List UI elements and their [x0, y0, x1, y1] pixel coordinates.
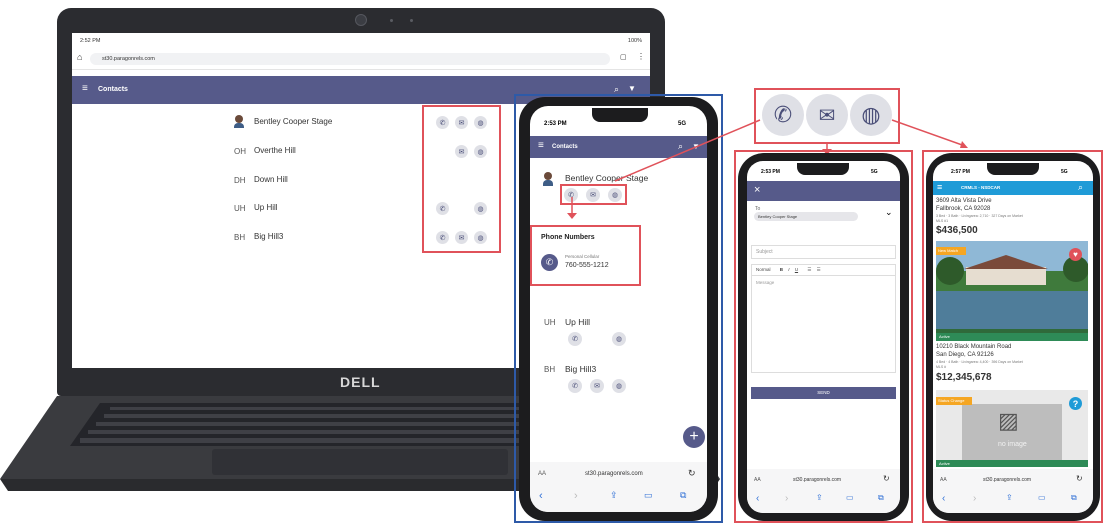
forward-icon[interactable]: › — [785, 493, 788, 504]
listing-mls: MLS #1 — [936, 219, 949, 223]
listing-status: Active — [936, 333, 1088, 341]
bookmarks-icon[interactable]: ▭ — [846, 493, 854, 502]
text-size-button[interactable]: AA — [940, 477, 947, 483]
page-title: CRMLS - NSDCAR — [961, 185, 1001, 190]
chevron-down-icon[interactable]: ⌄ — [885, 207, 893, 218]
listing-address[interactable]: 3609 Alta Vista Drive — [936, 198, 992, 204]
listing-price: $12,345,678 — [936, 372, 992, 383]
listing-mls: MLS # — [936, 365, 947, 369]
listing-badge: New Match — [936, 247, 966, 255]
back-icon[interactable]: ‹ — [756, 493, 759, 504]
listing-details: 3 Bed · 3 Bath · Livingarea: 2,710 · 327… — [936, 214, 1023, 218]
recipient-chip[interactable]: Bentley Cooper Stage — [754, 212, 858, 221]
help-icon[interactable]: ? — [1069, 397, 1082, 410]
reload-icon[interactable]: ↻ — [1076, 474, 1083, 483]
listing-details: 4 Bed · 4 Bath · Livingarea: 4,400 · 396… — [936, 360, 1023, 364]
listing-photo[interactable] — [936, 241, 1088, 341]
message-placeholder: Message — [756, 280, 775, 285]
recipient-name: Bentley Cooper Stage — [758, 214, 798, 219]
safari-toolbar: AA st30.paragonrels.com ↻ ‹ › ⇪ ▭ ⧉ — [933, 469, 1093, 513]
listing-city: Fallbrook, CA 92028 — [936, 206, 991, 212]
listing-badge: Status Change — [936, 397, 972, 405]
back-icon[interactable]: ‹ — [942, 493, 945, 504]
format-select[interactable]: Normal — [756, 267, 771, 272]
safari-toolbar: AA st30.paragonrels.com ↻ ‹ › ⇪ ▭ ⧉ — [747, 469, 900, 513]
signal-text: 5G — [1061, 169, 1068, 175]
image-placeholder-icon: ▨ — [998, 408, 1019, 433]
share-icon[interactable]: ⇪ — [816, 493, 823, 502]
send-label: SEND — [817, 390, 830, 395]
send-button[interactable]: SEND — [751, 387, 896, 399]
hamburger-icon[interactable]: ≡ — [937, 182, 942, 192]
bold-icon[interactable]: B — [780, 267, 783, 272]
phone-notch — [987, 163, 1039, 175]
app-bar: × — [747, 181, 900, 201]
listing-status: Active — [936, 460, 1088, 467]
no-image-text: no image — [998, 441, 1027, 448]
underline-icon[interactable]: U — [795, 267, 798, 272]
signal-text: 5G — [871, 169, 878, 175]
reload-icon[interactable]: ↻ — [883, 474, 890, 483]
app-bar: ≡ CRMLS - NSDCAR ⌕ — [933, 181, 1093, 195]
url-text[interactable]: st30.paragonrels.com — [983, 477, 1031, 483]
close-icon[interactable]: × — [754, 184, 760, 196]
bookmarks-icon[interactable]: ▭ — [1038, 493, 1046, 502]
phone-screen: 2:53 PM 5G × To Bentley Cooper Stage ⌄ S… — [747, 161, 900, 513]
listing-price: $436,500 — [936, 225, 978, 236]
tabs-icon[interactable]: ⧉ — [878, 493, 884, 503]
phone-notch — [797, 163, 849, 175]
ordered-list-icon[interactable]: ☰ — [817, 267, 821, 272]
phone-frame: 2:53 PM 5G × To Bentley Cooper Stage ⌄ S… — [738, 153, 909, 521]
search-icon[interactable]: ⌕ — [1078, 182, 1083, 193]
phone-screen: 2:57 PM 5G ≡ CRMLS - NSDCAR ⌕ 3609 Alta … — [933, 161, 1093, 513]
listing-city: San Diego, CA 92126 — [936, 352, 994, 358]
text-size-button[interactable]: AA — [754, 477, 761, 483]
url-text[interactable]: st30.paragonrels.com — [793, 477, 841, 483]
forward-icon[interactable]: › — [973, 493, 976, 504]
status-time: 2:57 PM — [951, 169, 970, 175]
format-toolbar[interactable]: Normal B I U ☰ ☰ — [751, 264, 896, 276]
tabs-icon[interactable]: ⧉ — [1071, 493, 1077, 503]
subject-field[interactable]: Subject — [751, 245, 896, 259]
italic-icon[interactable]: I — [788, 267, 789, 272]
subject-placeholder: Subject — [756, 249, 773, 255]
status-time: 2:53 PM — [761, 169, 780, 175]
list-icon[interactable]: ☰ — [807, 267, 811, 272]
message-field[interactable]: Message — [751, 276, 896, 373]
listing-address[interactable]: 10210 Black Mountain Road — [936, 344, 1011, 350]
share-icon[interactable]: ⇪ — [1006, 493, 1013, 502]
phone-frame: 2:57 PM 5G ≡ CRMLS - NSDCAR ⌕ 3609 Alta … — [926, 153, 1100, 521]
favorite-heart-icon[interactable]: ♥ — [1069, 248, 1082, 261]
